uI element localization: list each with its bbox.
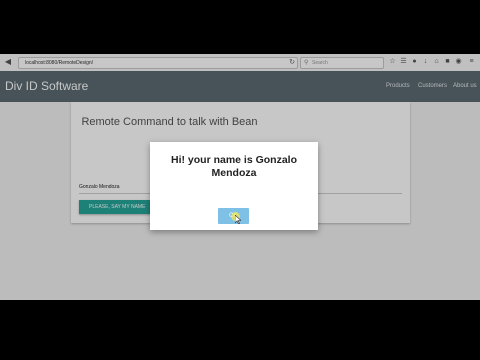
cursor-icon bbox=[235, 215, 241, 224]
alert-dialog: Hi! your name is Gonzalo Mendoza OK bbox=[150, 142, 318, 230]
dialog-message: Hi! your name is Gonzalo Mendoza bbox=[170, 154, 298, 179]
browser-window: ◀ localhost:8080/RemoteDesign/ ↻ ⚲ Searc… bbox=[0, 54, 480, 300]
